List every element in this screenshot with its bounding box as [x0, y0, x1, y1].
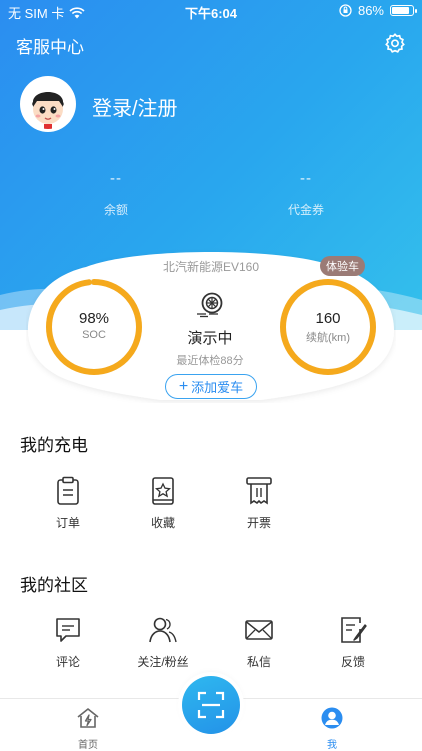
balance-label: 余额 [103, 203, 128, 217]
login-register-link[interactable]: 登录/注册 [92, 92, 178, 121]
car-checkup-score: 最近体检88分 [176, 355, 244, 367]
charging-orders-item[interactable]: 订单 [33, 476, 103, 531]
charging-invoice-item[interactable]: 开票 [224, 476, 294, 531]
car-status-title: 演示中 [187, 330, 233, 347]
range-value: 160 [315, 310, 341, 327]
car-status[interactable]: 演示中 最近体检88分 [160, 292, 260, 368]
charging-invoice-label: 开票 [246, 516, 271, 530]
range-label: 续航(km) [306, 332, 350, 344]
users-icon [149, 617, 177, 643]
tab-home[interactable]: 首页 [58, 707, 118, 751]
wheel-icon [197, 292, 223, 318]
tab-home-label: 首页 [78, 740, 98, 751]
plus-icon: + [178, 377, 189, 395]
balance-value: -- [110, 170, 122, 187]
tab-me[interactable]: 我 [302, 707, 362, 751]
add-car-label: 添加爱车 [191, 380, 244, 395]
community-follow-item[interactable]: 关注/粉丝 [128, 615, 198, 670]
balance-stat[interactable]: -- 余额 [56, 170, 176, 218]
gear-icon[interactable] [384, 32, 406, 54]
comment-icon [56, 618, 80, 642]
user-profile-icon [321, 707, 343, 729]
trial-car-badge: 体验车 [320, 256, 365, 276]
section-title-community: 我的社区 [20, 576, 88, 595]
soc-label: SOC [82, 329, 106, 341]
soc-value: 98% [78, 310, 110, 327]
avatar[interactable] [20, 76, 76, 132]
community-comments-item[interactable]: 评论 [33, 615, 103, 670]
battery-percent: 86% [357, 3, 384, 18]
section-title-charging: 我的充电 [20, 436, 88, 455]
customer-service-link[interactable]: 客服中心 [16, 33, 84, 58]
scan-icon [197, 691, 225, 719]
mail-icon [245, 620, 273, 640]
scan-button[interactable] [182, 676, 240, 734]
feedback-icon [341, 617, 367, 643]
voucher-label: 代金券 [287, 203, 324, 217]
orientation-lock-icon [339, 4, 352, 17]
status-bar: 无 SIM 卡 下午6:04 86% [0, 0, 422, 22]
community-comments-label: 评论 [55, 655, 80, 669]
soc-gauge: 98% SOC [44, 277, 144, 377]
charging-favorites-item[interactable]: 收藏 [128, 476, 198, 531]
community-messages-item[interactable]: 私信 [224, 615, 294, 670]
community-messages-label: 私信 [246, 655, 271, 669]
charging-favorites-label: 收藏 [150, 516, 175, 530]
add-car-button[interactable]: + 添加爱车 [165, 374, 257, 399]
home-lightning-icon [77, 708, 99, 728]
voucher-stat[interactable]: -- 代金券 [246, 170, 366, 218]
community-feedback-label: 反馈 [340, 655, 365, 669]
clipboard-icon [57, 476, 79, 505]
range-gauge: 160 续航(km) [278, 277, 378, 377]
voucher-value: -- [300, 170, 312, 187]
tab-me-label: 我 [327, 740, 337, 751]
receipt-icon [246, 477, 272, 505]
cartoon-avatar-icon [23, 79, 73, 129]
charging-orders-label: 订单 [55, 516, 80, 530]
star-bookmark-icon [152, 477, 174, 505]
battery-icon [390, 5, 417, 16]
community-feedback-item[interactable]: 反馈 [318, 615, 388, 670]
community-follow-label: 关注/粉丝 [137, 655, 189, 669]
